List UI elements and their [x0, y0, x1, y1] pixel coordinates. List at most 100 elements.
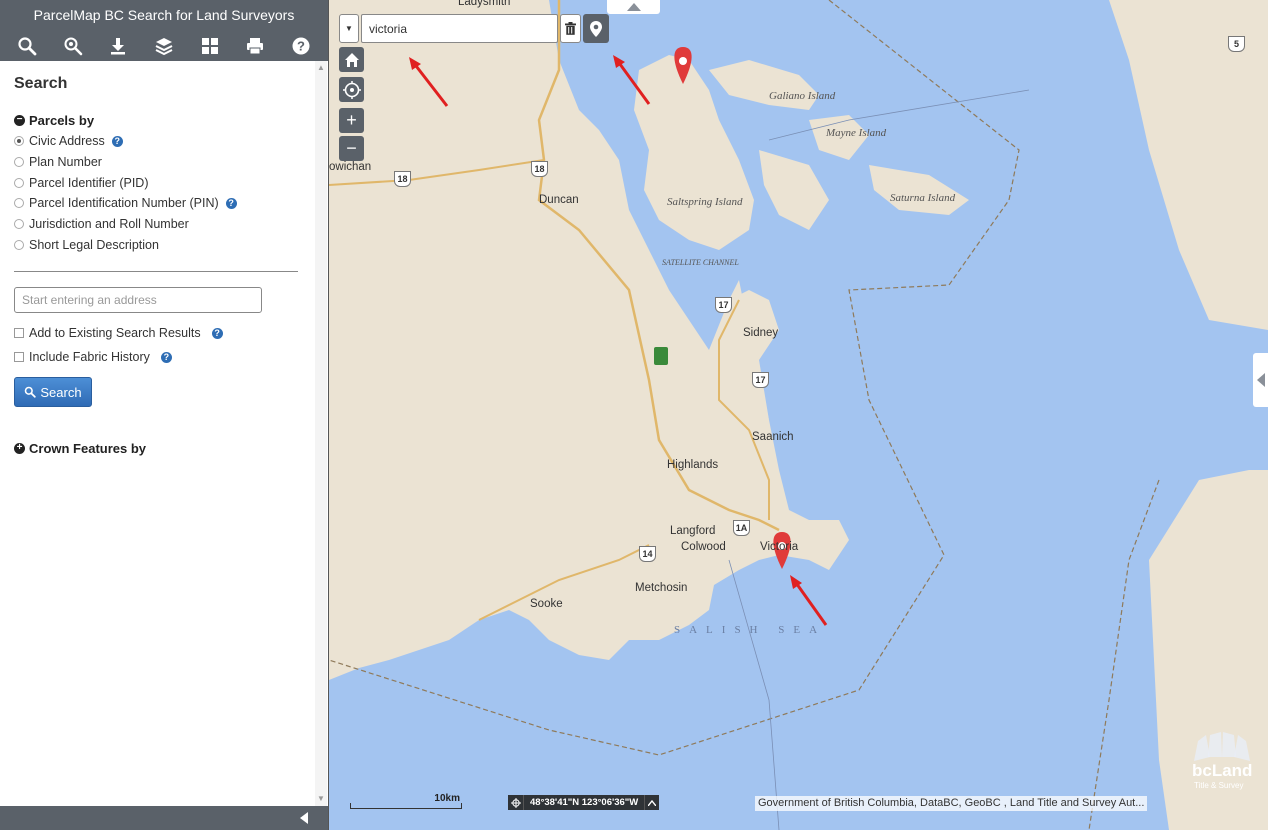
- zoom-out-button[interactable]: −: [339, 136, 364, 161]
- sidebar-scrollbar[interactable]: ▲ ▼: [315, 61, 327, 806]
- clear-search-button[interactable]: [560, 14, 581, 43]
- parcels-section-toggle[interactable]: − Parcels by: [14, 113, 302, 128]
- radio-short-legal[interactable]: Short Legal Description: [14, 234, 302, 255]
- coordinate-toggle-button[interactable]: [644, 795, 659, 810]
- map-attribution[interactable]: Government of British Columbia, DataBC, …: [755, 796, 1148, 811]
- zoom-in-button[interactable]: +: [339, 108, 364, 133]
- map-label-sooke: Sooke: [530, 598, 563, 610]
- checkbox[interactable]: [14, 352, 24, 363]
- scroll-down-arrow[interactable]: ▼: [315, 792, 327, 806]
- highway-shield: 17: [752, 372, 769, 388]
- radio-label: Civic Address: [29, 134, 105, 149]
- map-label-metchosin: Metchosin: [635, 582, 688, 594]
- radio-label: Plan Number: [29, 155, 102, 170]
- help-icon[interactable]: ?: [211, 327, 223, 339]
- map-label-ladysmith: Ladysmith: [458, 0, 511, 8]
- radio-button[interactable]: [14, 219, 24, 230]
- help-icon[interactable]: ?: [225, 197, 237, 209]
- search-icon: [18, 36, 37, 55]
- radio-pin[interactable]: Parcel Identification Number (PIN) ?: [14, 193, 302, 214]
- map-label-victoria: Victoria: [760, 541, 799, 553]
- scale-bar: 10km: [350, 793, 462, 809]
- add-to-existing-checkbox-row[interactable]: Add to Existing Search Results ?: [14, 321, 302, 345]
- map-label-duncan: Duncan: [539, 194, 579, 206]
- scroll-up-arrow[interactable]: ▲: [315, 61, 327, 75]
- logo-subtext: Title & Survey: [1194, 781, 1244, 790]
- highway-shield: 14: [639, 546, 656, 562]
- highway-shield: 1A: [733, 520, 750, 536]
- map-label-highlands: Highlands: [667, 459, 719, 471]
- checkbox-label: Include Fabric History: [29, 350, 150, 365]
- search-button-label: Search: [40, 384, 82, 400]
- checkbox-label: Add to Existing Search Results: [29, 326, 201, 341]
- radio-pid[interactable]: Parcel Identifier (PID): [14, 172, 302, 193]
- collapse-sidebar-button[interactable]: [300, 812, 308, 824]
- map-label-salish-sea: SALISH SEA: [674, 624, 827, 636]
- map-label-saanich: Saanich: [752, 431, 794, 443]
- crown-section-toggle[interactable]: + Crown Features by: [14, 441, 302, 456]
- radio-jurisdiction-roll[interactable]: Jurisdiction and Roll Number: [14, 214, 302, 235]
- chevron-down-icon: ▼: [345, 24, 353, 33]
- map-label-mayne: Mayne Island: [826, 127, 887, 139]
- advanced-search-button[interactable]: [55, 32, 91, 60]
- layers-icon: [155, 37, 173, 55]
- checkbox[interactable]: [14, 328, 24, 339]
- grid-button[interactable]: [192, 32, 228, 60]
- radio-button[interactable]: [14, 198, 24, 209]
- chevron-left-icon: [1256, 373, 1265, 387]
- plus-icon: +: [346, 110, 357, 130]
- geocoder-dropdown-button[interactable]: ▼: [339, 14, 359, 43]
- map-label-satellite-channel: SATELLITE CHANNEL: [662, 258, 739, 267]
- my-location-button[interactable]: [339, 77, 364, 102]
- toolbar: ?: [0, 30, 328, 61]
- crown-section-label: Crown Features by: [29, 441, 147, 457]
- radio-label: Parcel Identifier (PID): [29, 175, 149, 190]
- coordinate-text: 48°38'41"N 123°06'36"W: [530, 797, 639, 808]
- help-icon: ?: [292, 37, 310, 54]
- crosshair-icon[interactable]: [508, 795, 524, 810]
- map-label-sidney: Sidney: [743, 327, 779, 339]
- layers-button[interactable]: [146, 32, 182, 60]
- radio-button[interactable]: [14, 239, 24, 250]
- map-label-langford: Langford: [670, 525, 716, 537]
- search-panel: Search − Parcels by Civic Address ? Plan…: [0, 61, 316, 806]
- search-button[interactable]: Search: [14, 377, 92, 408]
- highway-shield: 5: [1228, 36, 1245, 52]
- parcels-section-label: Parcels by: [29, 113, 95, 128]
- home-icon: [344, 52, 359, 67]
- plus-circle-icon: +: [14, 443, 25, 455]
- help-icon[interactable]: ?: [160, 351, 172, 363]
- download-button[interactable]: [100, 32, 136, 60]
- radio-plan-number[interactable]: Plan Number: [14, 152, 302, 173]
- bc-land-title-logo: bcLand Title & Survey: [1188, 731, 1254, 793]
- include-fabric-checkbox-row[interactable]: Include Fabric History ?: [14, 345, 302, 369]
- home-button[interactable]: [339, 47, 364, 72]
- map-label-galiano: Galiano Island: [769, 90, 836, 102]
- radio-button[interactable]: [14, 157, 24, 168]
- app-title: ParcelMap BC Search for Land Surveyors: [33, 7, 295, 23]
- minus-circle-icon: −: [14, 115, 25, 126]
- highway-shield: 18: [394, 171, 411, 187]
- address-search-input[interactable]: [14, 287, 262, 314]
- radio-button[interactable]: [14, 136, 24, 147]
- geocoder-input[interactable]: [361, 14, 558, 43]
- locate-address-button[interactable]: [583, 14, 609, 43]
- grid-icon: [201, 37, 218, 54]
- search-tool-button[interactable]: [9, 32, 45, 60]
- sidebar-header: ParcelMap BC Search for Land Surveyors ?: [0, 0, 328, 61]
- scale-label: 10km: [434, 793, 460, 804]
- highway-shield: 18: [531, 161, 548, 177]
- radio-button[interactable]: [14, 177, 24, 188]
- map-pin-icon: [590, 20, 602, 37]
- radio-civic-address[interactable]: Civic Address ?: [14, 131, 302, 152]
- expand-right-panel-button[interactable]: [1253, 353, 1268, 407]
- sidebar: ParcelMap BC Search for Land Surveyors ?: [0, 0, 329, 830]
- radio-label: Jurisdiction and Roll Number: [29, 217, 189, 232]
- help-button[interactable]: ?: [283, 32, 319, 60]
- expand-top-panel-button[interactable]: [607, 0, 660, 14]
- map-view[interactable]: Ladysmith owichan Duncan Saltspring Isla…: [329, 0, 1268, 830]
- map-label-colwood: Colwood: [681, 541, 726, 553]
- print-button[interactable]: [237, 32, 273, 60]
- coordinate-readout: 48°38'41"N 123°06'36"W: [508, 795, 660, 810]
- help-icon[interactable]: ?: [111, 135, 123, 147]
